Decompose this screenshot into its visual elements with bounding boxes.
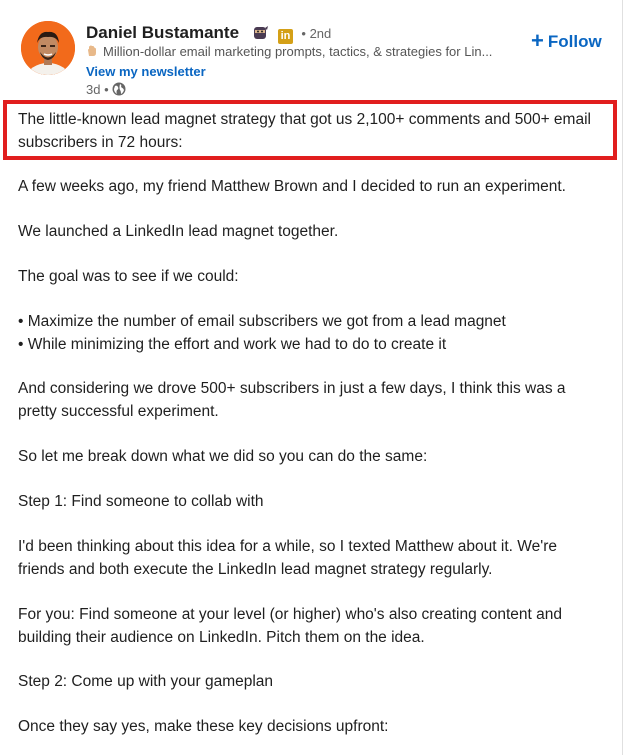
follow-button[interactable]: + Follow [531,28,602,54]
post-step-heading: Step 2: Come up with your gameplan [18,673,274,690]
post-step-heading: Step 1: Find someone to collab with [18,493,264,510]
post-card: Daniel Bustamante in • 2nd Million-dolla… [0,0,623,755]
connection-degree: • 2nd [301,26,332,41]
post-paragraph-line: So let me break down what we did so you … [18,448,428,465]
post-hook-line: The little-known lead magnet strategy th… [18,111,591,128]
follow-label: Follow [547,32,602,51]
tagline-text: Million-dollar email marketing prompts, … [103,44,493,59]
post-paragraph-line: I'd been thinking about this idea for a … [18,538,557,555]
post-meta: 3d • [86,82,126,97]
avatar-photo [21,21,75,75]
author-avatar[interactable] [21,21,75,75]
author-name[interactable]: Daniel Bustamante [86,23,239,42]
post-paragraph-line: The goal was to see if we could: [18,268,239,285]
raised-hand-emoji-icon [86,45,98,57]
view-newsletter-link[interactable]: View my newsletter [86,64,206,79]
linkedin-premium-icon: in [277,29,293,44]
post-paragraph-line: Once they say yes, make these key decisi… [18,718,389,735]
post-bullet-line: • Maximize the number of email subscribe… [18,313,506,330]
author-line: Daniel Bustamante in • 2nd [86,23,331,44]
post-paragraph-line: For you: Find someone at your level (or … [18,606,563,623]
post-hook-line: subscribers in 72 hours: [18,134,183,151]
post-paragraph-line: And considering we drove 500+ subscriber… [18,380,566,397]
post-paragraph-line: building their audience on LinkedIn. Pit… [18,629,425,646]
post-bullet-line: • While minimizing the effort and work w… [18,336,447,353]
post-paragraph-line: friends and both execute the LinkedIn le… [18,561,493,578]
ninja-emoji-icon [252,24,268,40]
post-paragraph-line: A few weeks ago, my friend Matthew Brown… [18,178,566,195]
globe-icon [112,82,126,96]
post-time: 3d • [86,82,109,97]
post-paragraph-line: We launched a LinkedIn lead magnet toget… [18,223,339,240]
author-tagline: Million-dollar email marketing prompts, … [86,44,518,59]
post-paragraph-line: pretty successful experiment. [18,403,219,420]
plus-icon: + [531,28,544,53]
